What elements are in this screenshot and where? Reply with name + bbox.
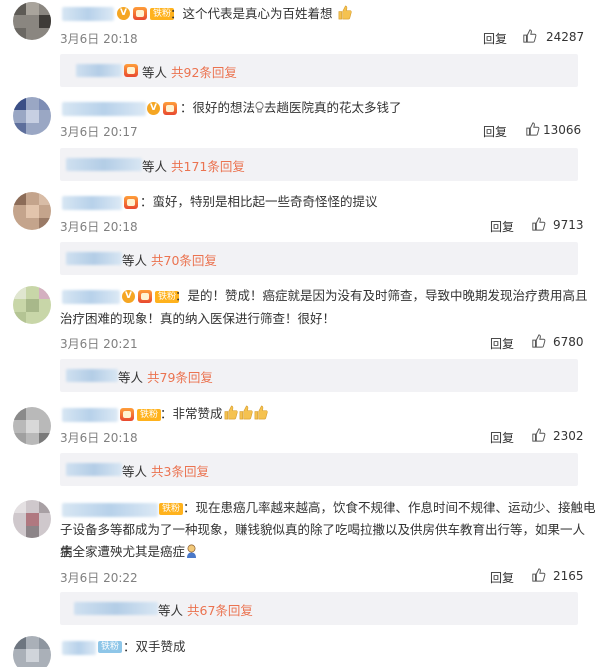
light-bulb-emoji-icon [255, 101, 264, 113]
username[interactable] [62, 503, 158, 517]
user-badges: V 铁粉 [117, 7, 175, 20]
like-count: 6780 [553, 335, 584, 349]
crown-icon [123, 64, 139, 77]
avatar[interactable] [13, 97, 51, 135]
avatar[interactable] [13, 500, 51, 538]
reply-summary-text: 等人 共3条回复 [122, 464, 209, 479]
comment-text: ：很好的想法 去趟医院真的花太多钱了 [180, 100, 402, 115]
username[interactable] [62, 196, 122, 210]
reply-button[interactable]: 回复 [483, 123, 507, 140]
crown-icon [162, 102, 178, 115]
replier-names [66, 158, 142, 171]
like-count: 13066 [543, 123, 582, 137]
comment-time: 3月6日 20:18 [60, 431, 138, 445]
user-badges: V [147, 102, 178, 115]
like-count: 9713 [553, 218, 584, 232]
reply-button[interactable]: 回复 [490, 218, 514, 235]
like-icon[interactable] [522, 29, 537, 43]
like-count: 24287 [546, 30, 585, 44]
like-icon[interactable] [531, 334, 546, 348]
reply-summary[interactable]: 等人 共70条回复 [60, 242, 578, 275]
view-replies-link[interactable]: 共70条回复 [151, 253, 217, 268]
thumbs-up-emoji-icon [254, 405, 268, 420]
reply-summary-text: 等人 共70条回复 [122, 253, 217, 268]
fan-badge: 铁粉 [137, 408, 162, 421]
reply-summary[interactable]: 等人 共3条回复 [60, 453, 578, 486]
comment-time: 3月6日 20:17 [60, 125, 138, 139]
user-badges: V 铁粉 [122, 290, 180, 303]
comment-text: ：现在患癌几率越来越高，饮食不规律、作息时间不规律、运动少、接触电 [183, 500, 596, 515]
crown-icon [123, 196, 139, 209]
like-icon[interactable] [531, 217, 546, 231]
comment-text: ：双手赞成 [123, 639, 186, 654]
like-count: 2302 [553, 429, 584, 443]
comment-text-line-2: 治疗困难的现象！真的纳入医保进行筛查！很好！ [60, 311, 336, 326]
fan-badge: 铁粉 [98, 641, 123, 653]
avatar[interactable] [13, 636, 51, 667]
username[interactable] [62, 7, 114, 21]
reply-summary-text: 等人 共92条回复 [142, 65, 237, 80]
comment-text: ：蛮好，特别是相比起一些奇奇怪怪的提议 [140, 194, 378, 209]
user-badges: 铁粉 [98, 641, 123, 653]
comment-text: ：这个代表是真心为百姓着想 [170, 3, 352, 25]
crown-icon [132, 7, 148, 20]
thumbs-up-emoji-icon [224, 405, 238, 420]
like-icon[interactable] [531, 568, 546, 582]
view-replies-link[interactable]: 共92条回复 [171, 65, 237, 80]
lady-emoji-icon [187, 544, 197, 558]
replier-names [74, 602, 158, 615]
comment-time: 3月6日 20:21 [60, 337, 138, 351]
crown-icon [119, 408, 135, 421]
user-badges: 铁粉 [159, 503, 184, 515]
username[interactable] [62, 290, 120, 304]
view-replies-link[interactable]: 共171条回复 [171, 159, 245, 174]
reply-summary-text: 等人 共67条回复 [158, 603, 253, 618]
comment-text: ：非常赞成 [160, 403, 268, 425]
crown-icon [137, 290, 153, 303]
avatar[interactable] [13, 2, 51, 40]
view-replies-link[interactable]: 共3条回复 [151, 464, 209, 479]
comment-text: ：是的！赞成！癌症就是因为没有及时筛查，导致中晚期发现治疗费用高且 [175, 288, 588, 303]
replier-names [66, 369, 118, 382]
username[interactable] [62, 408, 118, 422]
reply-button[interactable]: 回复 [490, 569, 514, 586]
comment-time: 3月6日 20:18 [60, 220, 138, 234]
fan-badge: 铁粉 [159, 503, 184, 515]
comment-text-line-3: 病全家遭殃尤其是癌症 [60, 541, 198, 563]
like-count: 2165 [553, 569, 584, 583]
verified-icon: V [117, 7, 130, 20]
user-badges: 铁粉 [119, 408, 162, 421]
avatar[interactable] [13, 407, 51, 445]
avatar[interactable] [13, 192, 51, 230]
thumbs-up-emoji-icon [338, 5, 352, 20]
replier-names [76, 64, 122, 77]
avatar[interactable] [13, 286, 51, 324]
verified-icon: V [122, 290, 135, 303]
view-replies-link[interactable]: 共67条回复 [187, 603, 253, 618]
reply-button[interactable]: 回复 [490, 429, 514, 446]
thumbs-up-emoji-icon [239, 405, 253, 420]
user-badges [123, 196, 139, 209]
replier-names [66, 463, 122, 476]
like-icon[interactable] [525, 122, 540, 136]
reply-summary-text: 等人 共171条回复 [142, 159, 245, 174]
reply-summary[interactable]: 等人 共171条回复 [60, 148, 578, 181]
username[interactable] [62, 102, 146, 116]
reply-summary[interactable]: 等人 共92条回复 [60, 54, 578, 87]
reply-button[interactable]: 回复 [483, 30, 507, 47]
reply-summary[interactable]: 等人 共67条回复 [60, 592, 578, 625]
replier-names [66, 252, 122, 265]
reply-summary-text: 等人 共79条回复 [118, 370, 213, 385]
comment-time: 3月6日 20:18 [60, 32, 138, 46]
like-icon[interactable] [531, 428, 546, 442]
reply-button[interactable]: 回复 [490, 335, 514, 352]
view-replies-link[interactable]: 共79条回复 [147, 370, 213, 385]
comment-time: 3月6日 20:22 [60, 571, 138, 585]
verified-icon: V [147, 102, 160, 115]
username[interactable] [62, 641, 96, 655]
reply-summary[interactable]: 等人 共79条回复 [60, 359, 578, 392]
